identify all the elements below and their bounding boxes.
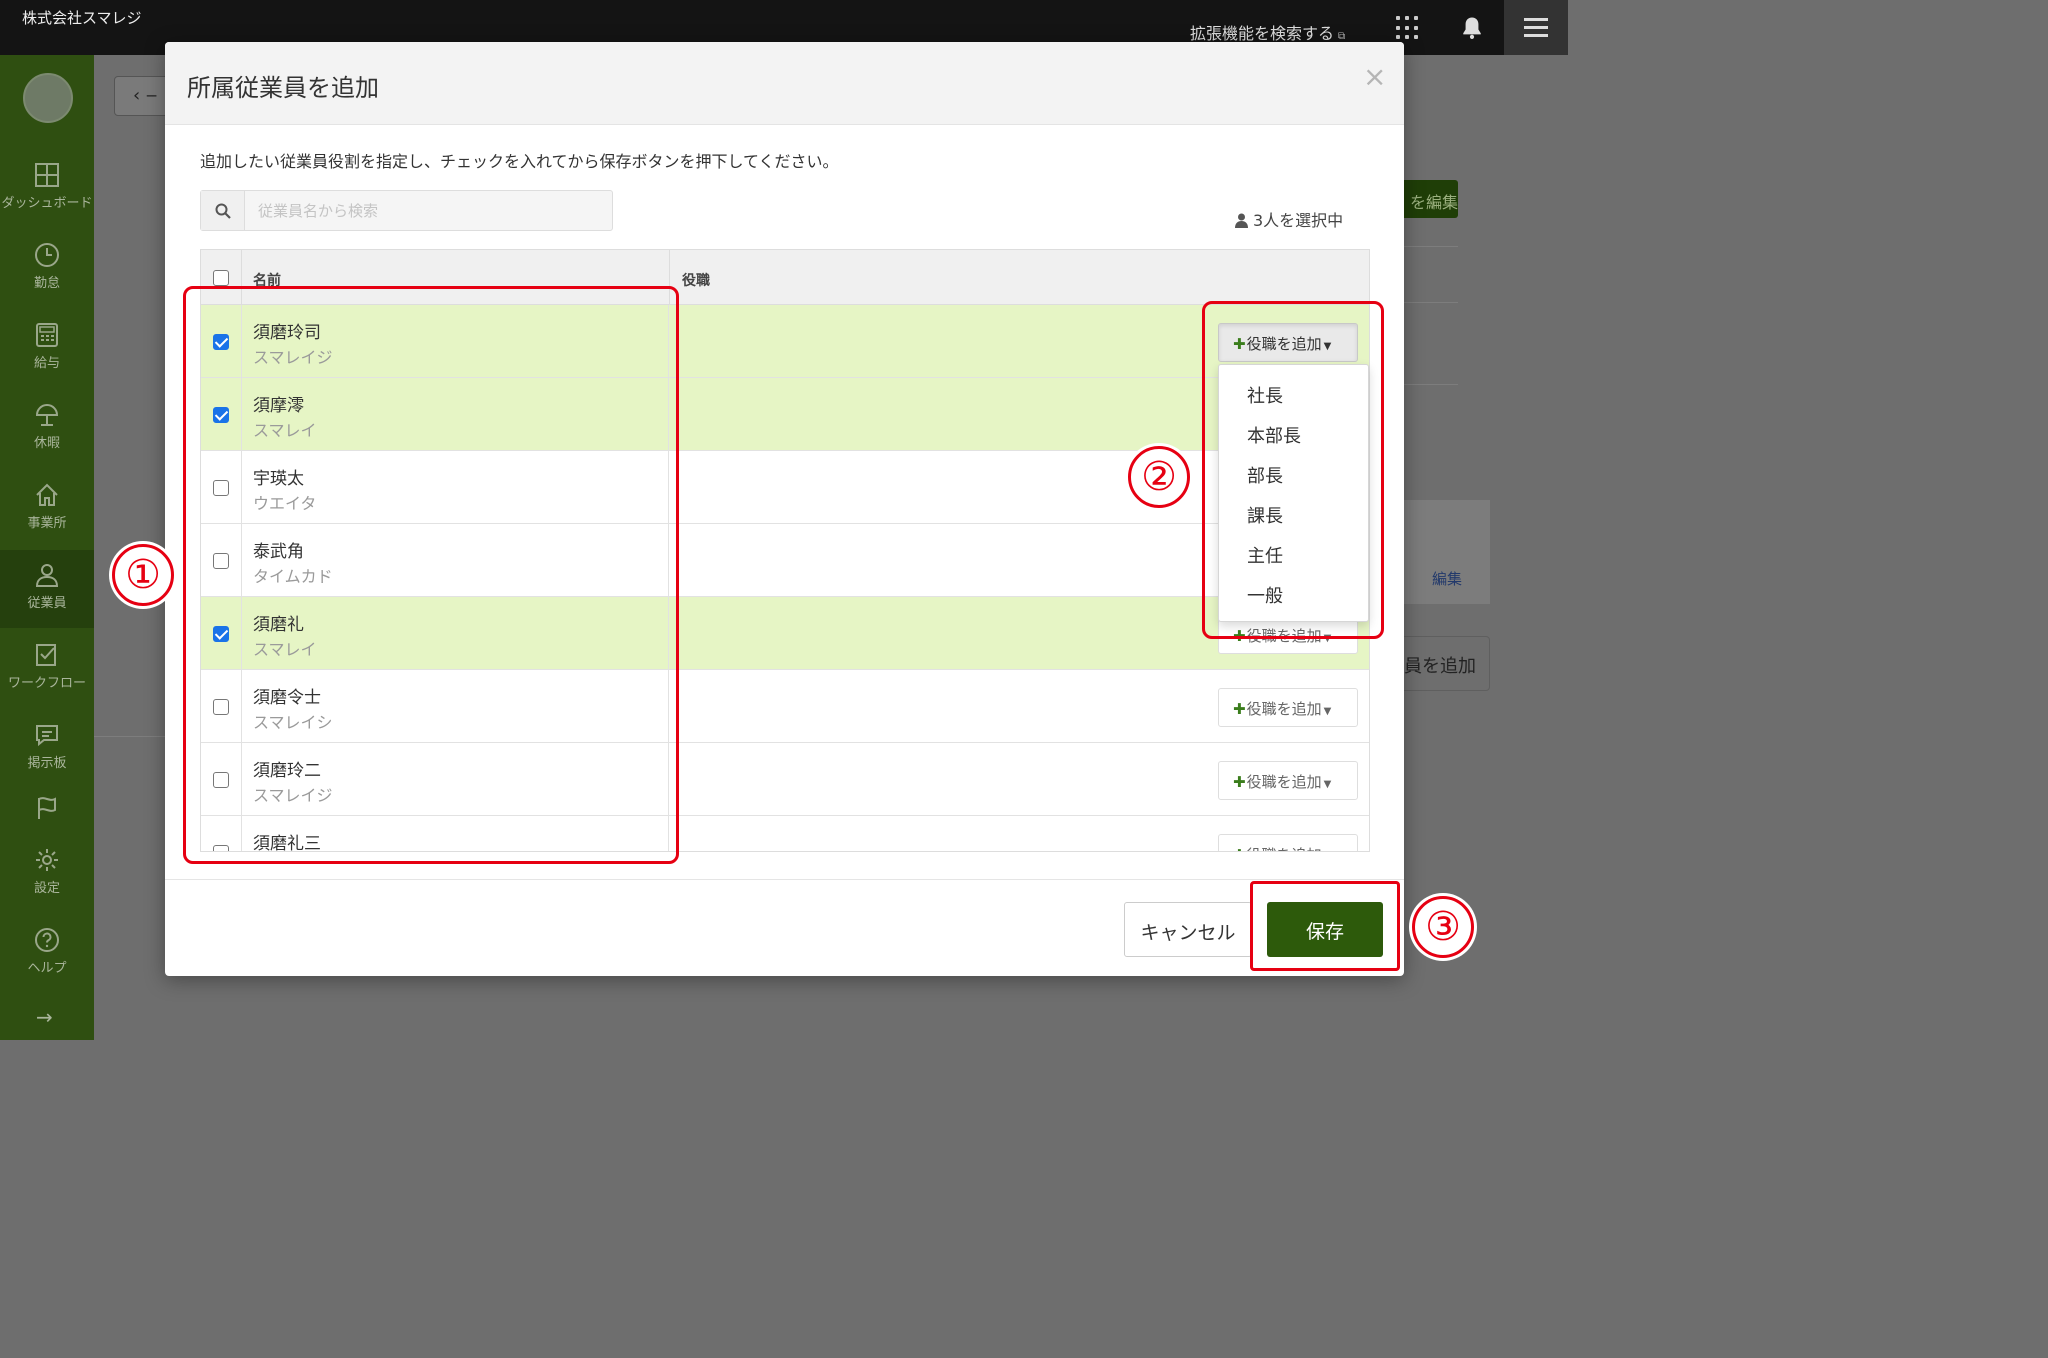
dashboard-icon	[35, 163, 59, 187]
umbrella-icon	[35, 404, 59, 426]
column-header-role: 役職	[682, 273, 710, 289]
sidebar-item-label: 従業員	[27, 596, 67, 611]
sidebar-item-payroll[interactable]: 給与	[0, 310, 94, 388]
person-icon	[35, 564, 59, 587]
hamburger-menu-icon[interactable]	[1504, 0, 1568, 55]
search-input[interactable]	[246, 191, 612, 230]
sidebar-item-label: ワークフロー	[7, 676, 86, 691]
annotation-box-employee-list	[183, 286, 679, 864]
sidebar-item-leave[interactable]: 休暇	[0, 390, 94, 468]
select-all-checkbox[interactable]	[213, 270, 229, 286]
extension-search-label: 拡張機能を検索する	[1190, 24, 1335, 43]
sidebar-item-attendance[interactable]: 勤怠	[0, 230, 94, 308]
background-divider	[1404, 246, 1458, 247]
background-divider	[1404, 384, 1458, 385]
help-icon	[35, 928, 59, 952]
modal-title: 所属従業員を追加	[187, 74, 379, 102]
sidebar-item-label: 給与	[33, 356, 60, 371]
person-icon	[1235, 213, 1248, 228]
sidebar-item-office[interactable]: 事業所	[0, 470, 94, 548]
annotation-step-2: ②	[1128, 446, 1190, 508]
caret-down-icon: ▼	[1323, 706, 1332, 717]
home-icon	[36, 483, 58, 506]
sidebar-item-label: ヘルプ	[27, 961, 67, 976]
sidebar-item-label: 勤怠	[33, 276, 60, 291]
search-box	[200, 190, 613, 231]
caret-down-icon: ▼	[1323, 779, 1332, 790]
background-edit-link: 編集	[1432, 570, 1463, 588]
background-add-button: 員を追加	[1404, 636, 1490, 691]
sidebar-item-help[interactable]: ヘルプ	[0, 915, 94, 993]
background-divider	[1404, 302, 1458, 303]
sidebar-item-label: 休暇	[33, 436, 60, 451]
sidebar-item-workflow[interactable]: ワークフロー	[0, 630, 94, 708]
instruction-text: 追加したい従業員役割を指定し、チェックを入れてから保存ボタンを押下してください。	[200, 152, 839, 171]
chat-icon	[36, 725, 58, 747]
add-role-button[interactable]: ✚役職を追加▼	[1218, 688, 1358, 727]
company-name: 株式会社スマレジ	[22, 9, 142, 27]
sidebar: ダッシュボード 勤怠 給与 休暇 事業所 従業員 ワークフロー 掲示板 設定 ヘ…	[0, 55, 94, 1040]
sidebar-item-label: 事業所	[27, 516, 67, 531]
external-link-icon: ⧉	[1338, 31, 1346, 42]
background-divider	[94, 736, 166, 737]
add-role-label: 役職を追加	[1246, 773, 1322, 791]
sidebar-item-label: 掲示板	[27, 756, 67, 771]
cancel-button[interactable]: キャンセル	[1124, 902, 1252, 957]
gear-icon	[36, 849, 58, 871]
selected-count: 3人を選択中	[1235, 207, 1343, 231]
calculator-icon	[36, 323, 58, 347]
sidebar-item-dashboard[interactable]: ダッシュボード	[0, 150, 94, 228]
sidebar-item-label: ダッシュボード	[1, 196, 93, 211]
add-role-button[interactable]: ✚役職を追加▼	[1218, 761, 1358, 800]
selected-count-label: 3人を選択中	[1253, 211, 1344, 230]
sidebar-item-employees[interactable]: 従業員	[0, 550, 94, 628]
background-edit-button: を編集	[1404, 180, 1458, 218]
avatar[interactable]	[23, 73, 73, 123]
column-header-role-cell: 役職	[669, 250, 1369, 305]
annotation-box-role-dropdown	[1202, 301, 1384, 639]
modal-header: 所属従業員を追加 ×	[165, 42, 1404, 125]
close-icon[interactable]: ×	[1363, 60, 1386, 93]
apps-grid-icon[interactable]	[1396, 16, 1420, 40]
clock-icon	[35, 243, 59, 267]
search-icon	[201, 191, 245, 230]
sidebar-expand-arrow-icon[interactable]: →	[36, 1005, 53, 1029]
modal-footer: キャンセル 保存	[165, 879, 1404, 976]
sidebar-item-bulletin[interactable]: 掲示板	[0, 710, 94, 788]
annotation-step-1: ①	[112, 544, 174, 606]
sidebar-item-settings[interactable]: 設定	[0, 835, 94, 913]
annotation-step-3: ③	[1412, 896, 1474, 958]
sidebar-item-label: 設定	[33, 881, 60, 896]
add-role-button[interactable]: ✚役職を追加▼	[1218, 834, 1358, 851]
checklist-icon	[36, 644, 56, 666]
add-role-label: 役職を追加	[1246, 700, 1322, 718]
annotation-box-save	[1250, 881, 1400, 971]
bell-icon[interactable]	[1458, 14, 1486, 42]
flag-icon	[38, 797, 56, 819]
add-role-label: 役職を追加	[1247, 846, 1322, 851]
extension-search-link[interactable]: 拡張機能を検索する ⧉	[1190, 20, 1345, 44]
